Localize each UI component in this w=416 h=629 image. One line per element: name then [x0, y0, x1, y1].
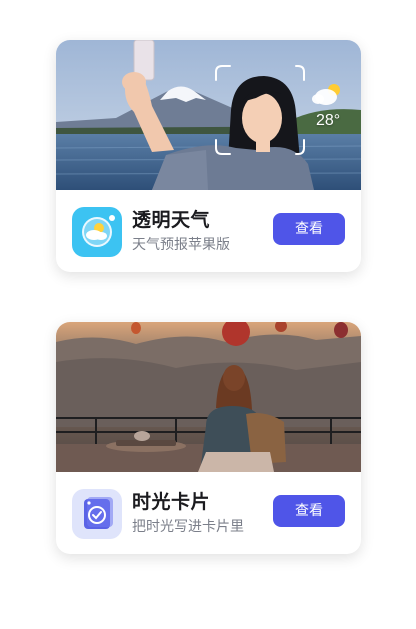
weather-temperature: 28° — [316, 112, 341, 129]
app-description: 把时光写进卡片里 — [132, 519, 244, 535]
app-name: 时光卡片 — [132, 491, 211, 513]
app-card-timecard[interactable]: 时光卡片 把时光写进卡片里 查看 — [56, 322, 361, 554]
app-card-weather[interactable]: 28° 透明天气 天气预报苹果版 查看 — [56, 40, 361, 272]
app-list-page: 28° 透明天气 天气预报苹果版 查看 时光卡片 把时光写进卡片里 查看 — [0, 0, 416, 629]
view-button[interactable]: 查看 — [273, 495, 345, 527]
app-info-row: 时光卡片 把时光写进卡片里 查看 — [56, 472, 361, 554]
app-info-row: 透明天气 天气预报苹果版 查看 — [56, 190, 361, 272]
weather-app-icon — [72, 207, 122, 257]
rooftop-balloons-photo — [56, 322, 361, 472]
view-button[interactable]: 查看 — [273, 213, 345, 245]
app-name: 透明天气 — [132, 209, 211, 231]
selfie-mountain-lake-photo: 28° — [56, 40, 361, 190]
app-description: 天气预报苹果版 — [132, 237, 230, 253]
time-card-app-icon — [72, 489, 122, 539]
